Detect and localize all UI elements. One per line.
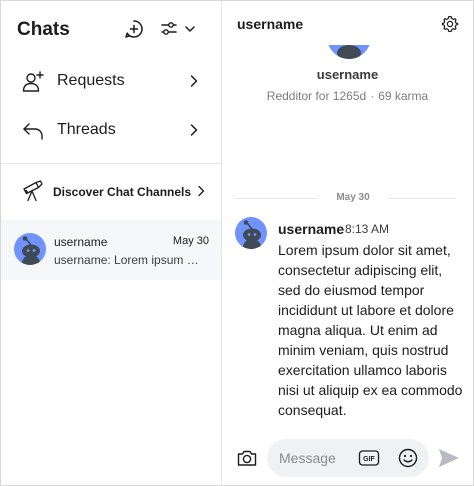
settings-button[interactable] bbox=[441, 15, 459, 33]
chevron-right-icon bbox=[198, 185, 205, 197]
message-input[interactable] bbox=[279, 449, 341, 467]
message-text: Lorem ipsum dolor sit amet, consectetur … bbox=[278, 242, 463, 418]
chat-list-item[interactable]: username May 30 username: Lorem ipsum do… bbox=[1, 220, 221, 280]
message-avatar[interactable] bbox=[235, 217, 267, 249]
send-button[interactable] bbox=[437, 447, 461, 469]
avatar bbox=[14, 233, 46, 265]
sidebar-item-label: Threads bbox=[57, 121, 116, 138]
snoo-avatar-icon bbox=[22, 236, 40, 265]
conversation-title: username bbox=[237, 16, 304, 32]
snoo-avatar-icon bbox=[243, 220, 261, 249]
discover-label: Discover Chat Channels bbox=[53, 185, 192, 199]
sidebar-item-requests[interactable]: Requests bbox=[1, 59, 221, 105]
new-chat-icon bbox=[125, 20, 143, 38]
chat-date: May 30 bbox=[172, 235, 209, 247]
camera-icon bbox=[237, 450, 257, 466]
sidebar: Chats Requests Threads Discover Chat Cha… bbox=[1, 1, 222, 485]
date-separator-label: May 30 bbox=[336, 192, 370, 203]
profile-username: username bbox=[316, 67, 379, 82]
profile-meta: Redditor for 1265d · 69 karma bbox=[222, 89, 473, 103]
gif-button[interactable]: GIF bbox=[358, 449, 380, 467]
chat-preview: username: Lorem ipsum dolor sit amet, co… bbox=[54, 253, 204, 267]
gif-label: GIF bbox=[363, 456, 375, 463]
sidebar-item-threads[interactable]: Threads bbox=[1, 108, 221, 154]
chevron-right-icon bbox=[190, 124, 198, 136]
sidebar-item-label: Requests bbox=[57, 72, 125, 89]
meta-separator: · bbox=[370, 89, 375, 103]
discover-chat-channels[interactable]: Discover Chat Channels bbox=[1, 169, 221, 213]
gif-icon: GIF bbox=[358, 450, 380, 466]
chevron-right-icon bbox=[190, 75, 198, 87]
profile-karma: 69 karma bbox=[378, 89, 429, 103]
filter-button[interactable] bbox=[159, 18, 197, 40]
send-icon bbox=[439, 449, 459, 467]
profile-account-age: Redditor for 1265d bbox=[266, 89, 367, 103]
message-composer: GIF bbox=[222, 433, 473, 485]
conversation-header: username bbox=[222, 1, 473, 45]
sidebar-title: Chats bbox=[17, 19, 70, 40]
new-chat-button[interactable] bbox=[123, 18, 145, 40]
filter-icon bbox=[161, 22, 195, 35]
emoji-button[interactable] bbox=[397, 447, 419, 469]
reply-icon bbox=[23, 123, 43, 140]
separator-line bbox=[388, 198, 456, 199]
telescope-icon bbox=[23, 180, 43, 202]
conversation-pane: username username Redditor for 1265d · 69 … bbox=[222, 1, 473, 485]
sidebar-divider bbox=[1, 163, 221, 164]
chat-window: Chats Requests Threads Discover Chat Cha… bbox=[0, 0, 474, 486]
gear-icon bbox=[441, 15, 459, 33]
camera-button[interactable] bbox=[236, 447, 258, 469]
message-author[interactable]: username bbox=[278, 221, 344, 237]
add-person-icon bbox=[22, 71, 44, 92]
message-time: 8:13 AM bbox=[345, 222, 390, 236]
message-field: GIF bbox=[267, 439, 429, 477]
smiley-icon bbox=[398, 448, 418, 468]
date-separator: May 30 bbox=[234, 192, 456, 206]
chat-username: username bbox=[54, 235, 108, 249]
separator-line bbox=[234, 198, 318, 199]
sidebar-header: Chats bbox=[1, 1, 221, 59]
